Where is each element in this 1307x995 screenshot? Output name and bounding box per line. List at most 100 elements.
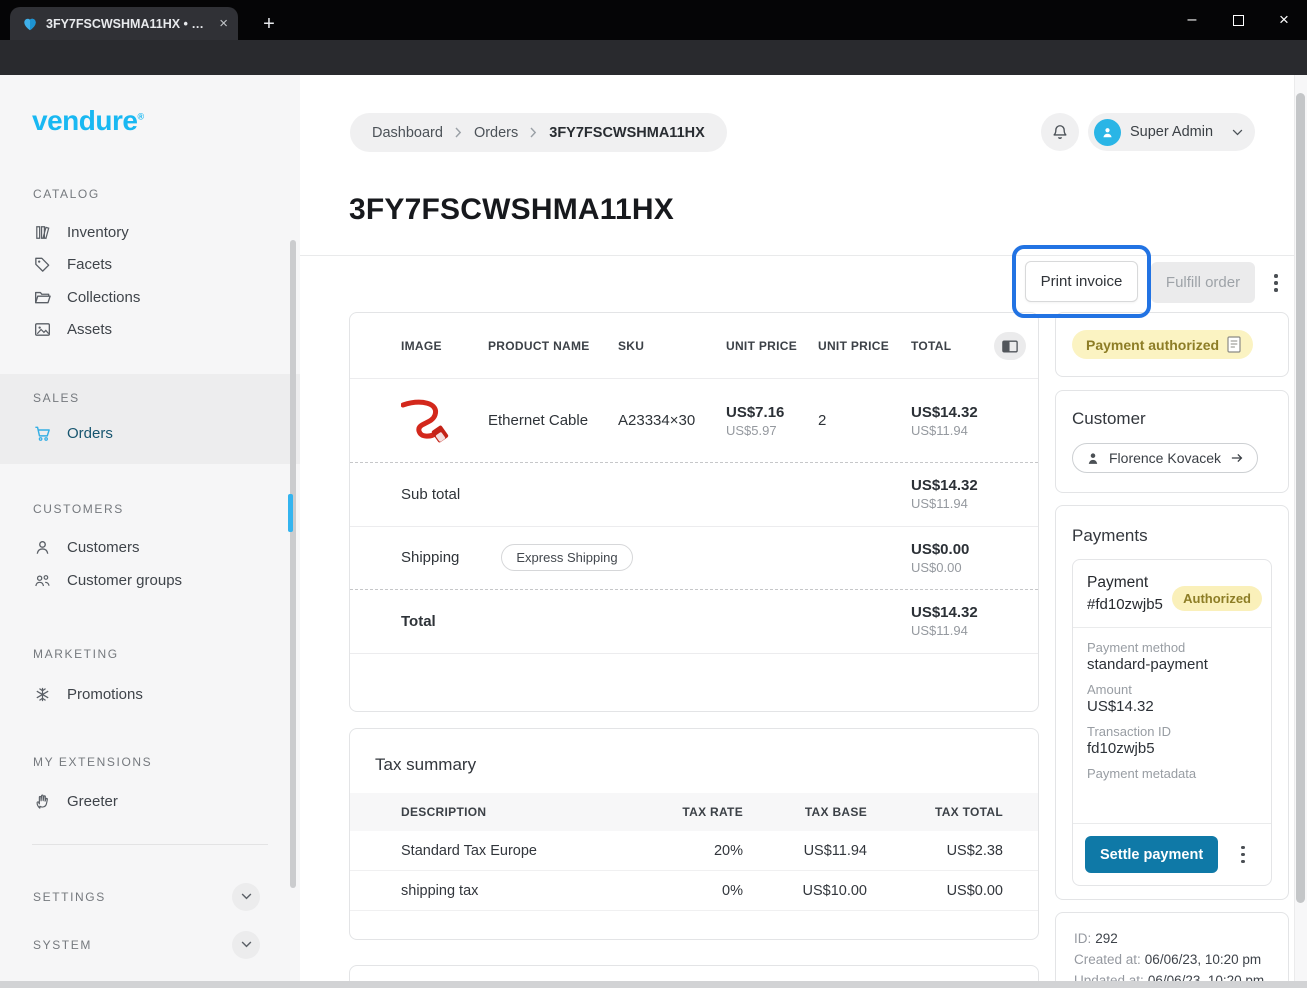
active-nav-indicator (288, 494, 293, 532)
column-settings-button[interactable] (994, 332, 1026, 360)
sidebar-item-label: Assets (67, 321, 112, 338)
sidebar-item-greeter[interactable]: Greeter (0, 785, 300, 818)
sidebar-item-label: Orders (67, 425, 113, 442)
image-icon (33, 320, 52, 339)
window-maximize-button[interactable] (1215, 0, 1261, 40)
print-invoice-button[interactable]: Print invoice (1025, 261, 1138, 302)
user-icon (1086, 451, 1100, 466)
breadcrumb-current: 3FY7FSCWSHMA11HX (549, 125, 705, 141)
total-value: US$14.32 US$11.94 (911, 604, 978, 638)
customer-link[interactable]: Florence Kovacek (1072, 443, 1258, 473)
customer-card: Customer Florence Kovacek (1055, 390, 1289, 493)
chevron-right-icon (530, 127, 537, 138)
cart-icon (33, 424, 52, 443)
fulfill-order-button[interactable]: Fulfill order (1151, 262, 1255, 303)
product-name[interactable]: Ethernet Cable (488, 412, 618, 429)
sidebar-item-facets[interactable]: Facets (0, 249, 300, 282)
breadcrumb-dashboard[interactable]: Dashboard (372, 125, 443, 141)
section-title: SALES (0, 391, 300, 405)
col-sku: SKU (618, 339, 726, 353)
sidebar-divider (32, 844, 268, 845)
col-unit-price-2: UNIT PRICE (818, 339, 911, 353)
meta-created-row: Created at:06/06/23, 10:20 pm (1074, 949, 1270, 970)
arrow-right-icon (1230, 452, 1244, 464)
col-product-name: PRODUCT NAME (488, 339, 618, 353)
sidebar-section-system[interactable]: SYSTEM (0, 925, 300, 965)
chevron-down-icon (1232, 129, 1243, 136)
notifications-button[interactable] (1041, 113, 1079, 151)
payments-card-title: Payments (1072, 526, 1272, 546)
shipping-method-badge: Express Shipping (501, 544, 632, 571)
browser-tab[interactable]: 3FY7FSCWSHMA11HX • Vendure × (10, 7, 238, 40)
breadcrumb-orders[interactable]: Orders (474, 125, 518, 141)
user-icon (33, 538, 52, 557)
history-icon (1227, 336, 1241, 353)
tag-icon (33, 255, 52, 274)
chevron-down-icon[interactable] (232, 931, 260, 959)
tab-close-icon[interactable]: × (219, 16, 228, 31)
sidebar-item-customer-groups[interactable]: Customer groups (0, 564, 300, 597)
main-content: Dashboard Orders 3FY7FSCWSHMA11HX Super … (300, 75, 1307, 988)
sidebar-section-customers: CUSTOMERS Customers Customer groups (0, 502, 300, 597)
tax-row: Standard Tax Europe 20% US$11.94 US$2.38 (350, 831, 1038, 871)
user-menu[interactable]: Super Admin (1088, 113, 1255, 151)
page-scrollbar-thumb[interactable] (1296, 93, 1305, 903)
sidebar-section-my-extensions: MY EXTENSIONS Greeter (0, 755, 300, 818)
folder-icon (33, 288, 52, 307)
browser-toolbar: localhost:3000/admin/orders/292 (0, 40, 1307, 75)
sidebar-item-promotions[interactable]: Promotions (0, 679, 300, 712)
vendure-logo[interactable]: vendure® (32, 105, 300, 137)
sidebar-item-collections[interactable]: Collections (0, 281, 300, 314)
col-tax-base: TAX BASE (743, 805, 867, 819)
sidebar-scrollbar[interactable] (290, 240, 296, 888)
order-table-header: IMAGE PRODUCT NAME SKU UNIT PRICE UNIT P… (350, 313, 1038, 379)
avatar (1094, 119, 1121, 146)
order-line-row: Ethernet Cable A23334×30 US$7.16 US$5.97… (350, 379, 1038, 463)
order-state-chip[interactable]: Payment authorized (1072, 330, 1253, 359)
sidebar-item-label: Customers (67, 539, 140, 556)
sidebar-item-label: Promotions (67, 686, 143, 703)
subtotal-row: Sub total US$14.32 US$11.94 (350, 463, 1038, 527)
sidebar-section-marketing: MARKETING Promotions (0, 647, 300, 712)
payments-card: Payments Payment #fd10zwjb5 Authorized P… (1055, 505, 1289, 900)
breadcrumb: Dashboard Orders 3FY7FSCWSHMA11HX (350, 113, 727, 152)
field-value: standard-payment (1087, 656, 1257, 673)
field-label: Payment method (1087, 640, 1257, 655)
tab-title: 3FY7FSCWSHMA11HX • Vendure (46, 17, 211, 31)
sidebar-item-orders[interactable]: Orders (0, 417, 300, 450)
page-scrollbar[interactable] (1294, 75, 1307, 988)
subtotal-value: US$14.32 US$11.94 (911, 477, 978, 511)
sidebar-item-label: Collections (67, 289, 140, 306)
sidebar-section-settings[interactable]: SETTINGS (0, 877, 300, 917)
field-value: US$14.32 (1087, 698, 1257, 715)
chevron-down-icon[interactable] (232, 883, 260, 911)
window-minimize-button[interactable]: – (1169, 0, 1215, 40)
col-tax-total: TAX TOTAL (867, 805, 1003, 819)
order-state-card: Payment authorized (1055, 312, 1289, 377)
sidebar-item-customers[interactable]: Customers (0, 532, 300, 565)
window-bottom-edge (0, 981, 1307, 988)
col-image: IMAGE (401, 339, 488, 353)
section-title: CUSTOMERS (0, 502, 300, 516)
tax-row: shipping tax 0% US$10.00 US$0.00 (350, 871, 1038, 911)
sidebar-section-catalog: CATALOG Inventory Facets Collections Ass… (0, 187, 300, 346)
sidebar-item-label: Greeter (67, 793, 118, 810)
window-close-button[interactable]: × (1261, 0, 1307, 40)
more-actions-icon[interactable] (1266, 267, 1286, 299)
line-total-cell: US$14.32 US$11.94 (911, 404, 1031, 438)
unit-price-cell: US$7.16 US$5.97 (726, 404, 818, 438)
entity-meta-card: ID:292 Created at:06/06/23, 10:20 pm Upd… (1055, 912, 1289, 988)
payment-fields: Payment method standard-payment Amount U… (1073, 628, 1271, 781)
new-tab-button[interactable]: + (256, 11, 282, 37)
tax-summary-card: Tax summary DESCRIPTION TAX RATE TAX BAS… (349, 728, 1039, 940)
payment-more-actions-icon[interactable] (1234, 840, 1252, 870)
payment-status-badge: Authorized (1172, 586, 1262, 611)
product-sku: A23334×30 (618, 412, 726, 429)
sidebar-item-label: Customer groups (67, 572, 182, 589)
sidebar-item-inventory[interactable]: Inventory (0, 216, 300, 249)
total-row: Total US$14.32 US$11.94 (350, 590, 1038, 654)
settle-payment-button[interactable]: Settle payment (1085, 836, 1218, 873)
users-icon (33, 571, 52, 590)
sidebar-item-assets[interactable]: Assets (0, 314, 300, 347)
col-description: DESCRIPTION (401, 805, 633, 819)
